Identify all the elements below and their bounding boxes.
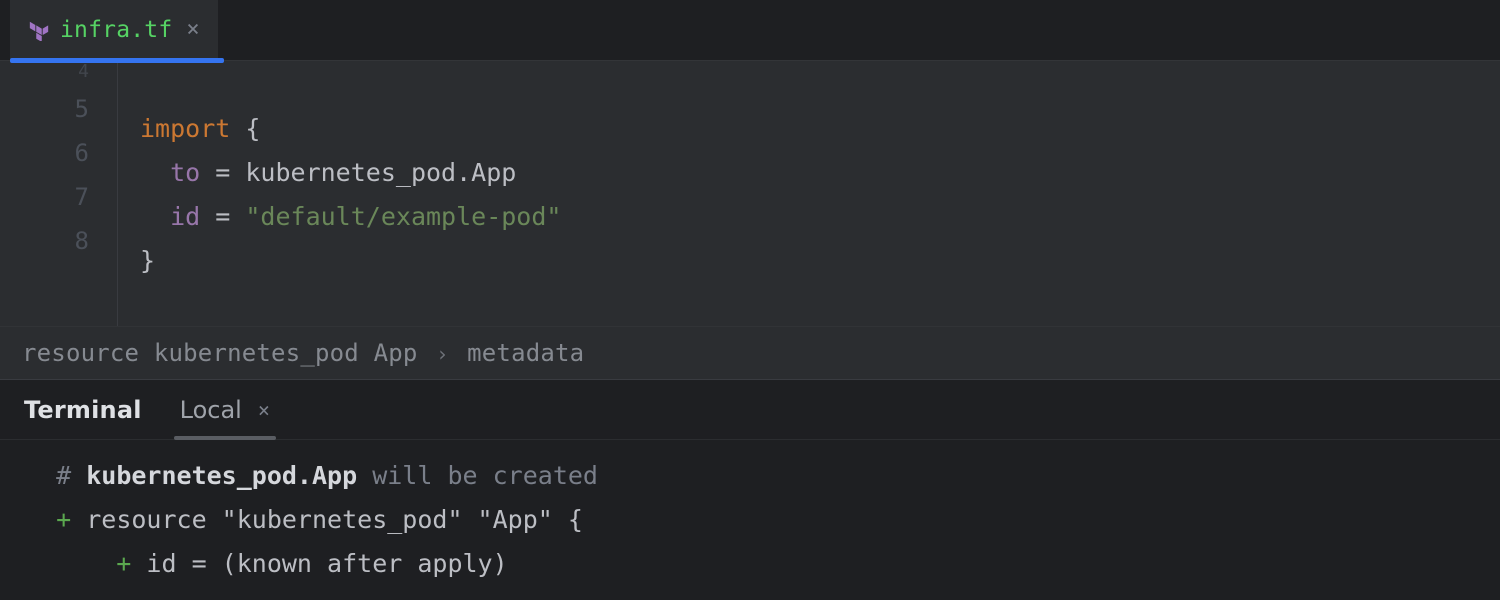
editor-tab-bar: infra.tf × xyxy=(0,0,1500,60)
editor-tab-label: infra.tf xyxy=(60,17,172,43)
terminal-active-tab-indicator xyxy=(174,436,276,440)
terminal-tab-local[interactable]: Local × xyxy=(180,380,270,439)
line-number: 7 xyxy=(0,175,89,219)
code-content[interactable]: import { to = kubernetes_pod.App id = "d… xyxy=(118,63,561,326)
breadcrumb-seg[interactable]: kubernetes_pod xyxy=(154,339,359,367)
line-number: 4 xyxy=(0,63,89,87)
terminal-line: + resource "kubernetes_pod" "App" { xyxy=(26,498,1474,542)
chevron-right-icon: › xyxy=(432,342,452,366)
code-line[interactable]: } xyxy=(140,239,561,283)
code-line[interactable]: to = kubernetes_pod.App xyxy=(140,151,561,195)
code-line[interactable] xyxy=(140,63,561,107)
code-editor[interactable]: 45678 import { to = kubernetes_pod.App i… xyxy=(0,60,1500,379)
terminal-line: # kubernetes_pod.App will be created xyxy=(26,454,1474,498)
code-area: 45678 import { to = kubernetes_pod.App i… xyxy=(0,61,1500,326)
editor-tab-infra-tf[interactable]: infra.tf × xyxy=(10,0,218,60)
terminal-tab-label: Local xyxy=(180,396,242,424)
terminal-output[interactable]: # kubernetes_pod.App will be created + r… xyxy=(0,440,1500,600)
breadcrumb[interactable]: resource kubernetes_pod App › metadata xyxy=(0,326,1500,379)
terraform-icon xyxy=(28,19,50,41)
panel-tab-bar: Terminal Local × xyxy=(0,380,1500,440)
code-line[interactable]: id = "default/example-pod" xyxy=(140,195,561,239)
line-number: 6 xyxy=(0,131,89,175)
close-icon[interactable]: × xyxy=(186,19,199,41)
ide-root: infra.tf × 45678 import { to = kubernete… xyxy=(0,0,1500,600)
terminal-line: + id = (known after apply) xyxy=(26,542,1474,586)
panel-title[interactable]: Terminal xyxy=(24,396,142,424)
terminal-panel: Terminal Local × # kubernetes_pod.App wi… xyxy=(0,379,1500,600)
code-line[interactable]: import { xyxy=(140,107,561,151)
line-number: 8 xyxy=(0,219,89,263)
breadcrumb-seg[interactable]: resource xyxy=(22,339,139,367)
close-icon[interactable]: × xyxy=(258,398,270,422)
line-number-gutter: 45678 xyxy=(0,63,118,326)
line-number: 5 xyxy=(0,87,89,131)
breadcrumb-seg[interactable]: metadata xyxy=(467,339,584,367)
breadcrumb-seg[interactable]: App xyxy=(374,339,418,367)
